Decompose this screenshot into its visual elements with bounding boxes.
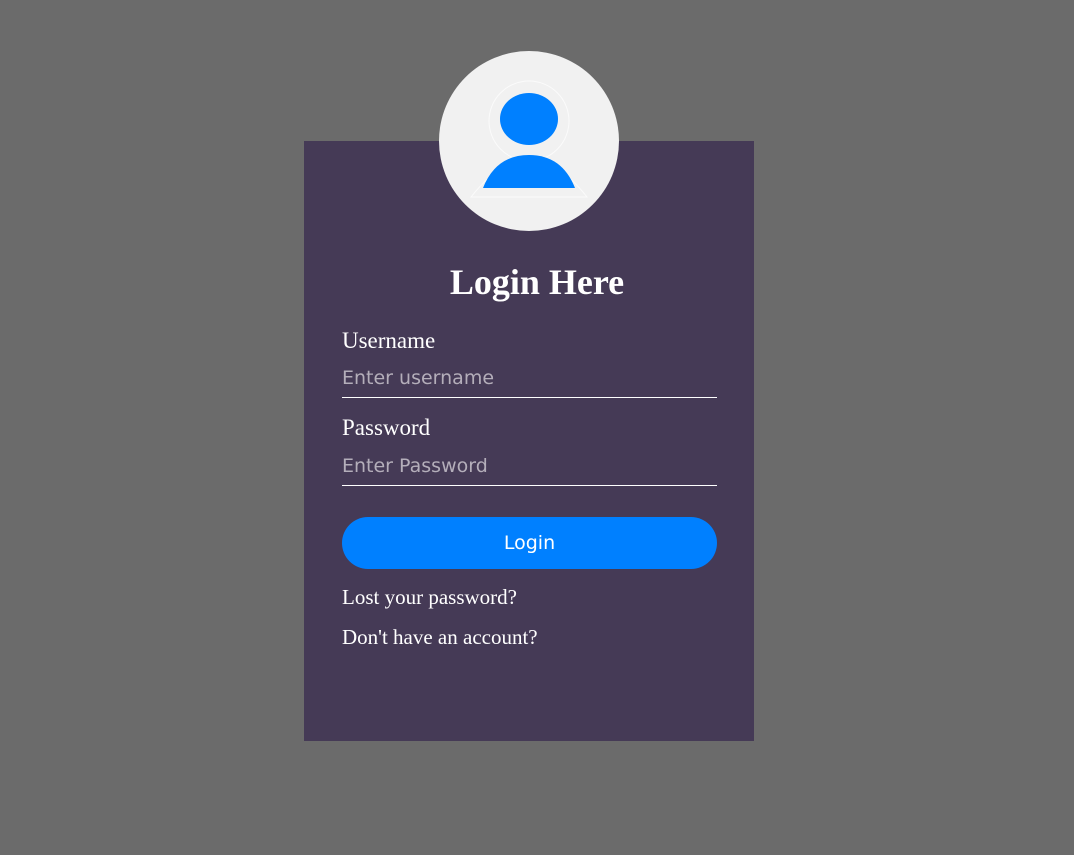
signup-link[interactable]: Don't have an account? [342, 624, 538, 650]
login-page: Login Here Username Password Login Lost … [0, 0, 1074, 855]
user-icon [469, 80, 589, 198]
username-label: Username [342, 328, 436, 353]
password-label: Password [342, 415, 431, 440]
page-title: Login Here [449, 262, 625, 302]
lost-password-link[interactable]: Lost your password? [342, 584, 517, 610]
login-button[interactable]: Login [342, 517, 717, 569]
username-input[interactable] [342, 358, 717, 398]
avatar [439, 51, 619, 231]
password-input[interactable] [342, 446, 717, 486]
